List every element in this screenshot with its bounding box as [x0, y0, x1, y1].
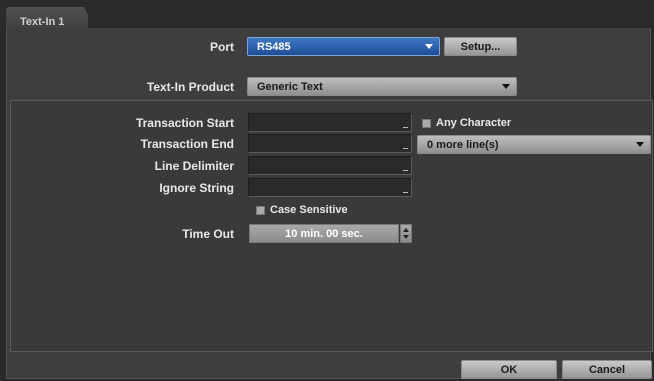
case-sensitive-checkbox[interactable]: Case Sensitive [256, 203, 348, 217]
chevron-down-icon [502, 84, 510, 89]
line-delimiter-input[interactable] [248, 156, 412, 175]
time-out-stepper[interactable] [400, 224, 412, 243]
product-value: Generic Text [257, 81, 323, 93]
case-sensitive-label: Case Sensitive [270, 204, 348, 216]
chevron-down-icon [636, 142, 644, 147]
text-cursor [403, 170, 408, 171]
time-out-spinbox[interactable]: 10 min. 00 sec. [249, 224, 399, 243]
text-cursor [403, 148, 408, 149]
any-character-checkbox[interactable]: Any Character [422, 116, 511, 130]
checkbox-box[interactable] [422, 118, 431, 128]
text-cursor [403, 127, 408, 128]
checkbox-box[interactable] [256, 205, 265, 215]
tab-title: Text-In 1 [20, 16, 65, 28]
arrow-up-icon[interactable] [403, 228, 409, 232]
port-label: Port [210, 40, 234, 54]
product-select[interactable]: Generic Text [247, 77, 517, 96]
arrow-down-icon[interactable] [403, 235, 409, 239]
setup-button[interactable]: Setup... [444, 37, 517, 56]
ok-button[interactable]: OK [461, 360, 557, 379]
more-lines-select[interactable]: 0 more line(s) [417, 135, 651, 154]
transaction-start-input[interactable] [248, 113, 412, 132]
line-delimiter-label: Line Delimiter [154, 159, 234, 173]
more-lines-value: 0 more line(s) [427, 139, 499, 151]
transaction-end-label: Transaction End [140, 137, 234, 151]
product-label: Text-In Product [146, 80, 234, 94]
transaction-end-input[interactable] [248, 134, 412, 153]
port-select[interactable]: RS485 [247, 37, 440, 56]
ignore-string-label: Ignore String [159, 181, 234, 195]
cancel-button[interactable]: Cancel [562, 360, 652, 379]
ignore-string-input[interactable] [248, 178, 412, 197]
chevron-down-icon [425, 44, 433, 49]
port-value: RS485 [257, 41, 291, 53]
text-cursor [403, 192, 408, 193]
time-out-label: Time Out [182, 227, 234, 241]
transaction-start-label: Transaction Start [135, 116, 234, 130]
any-character-label: Any Character [436, 117, 512, 129]
